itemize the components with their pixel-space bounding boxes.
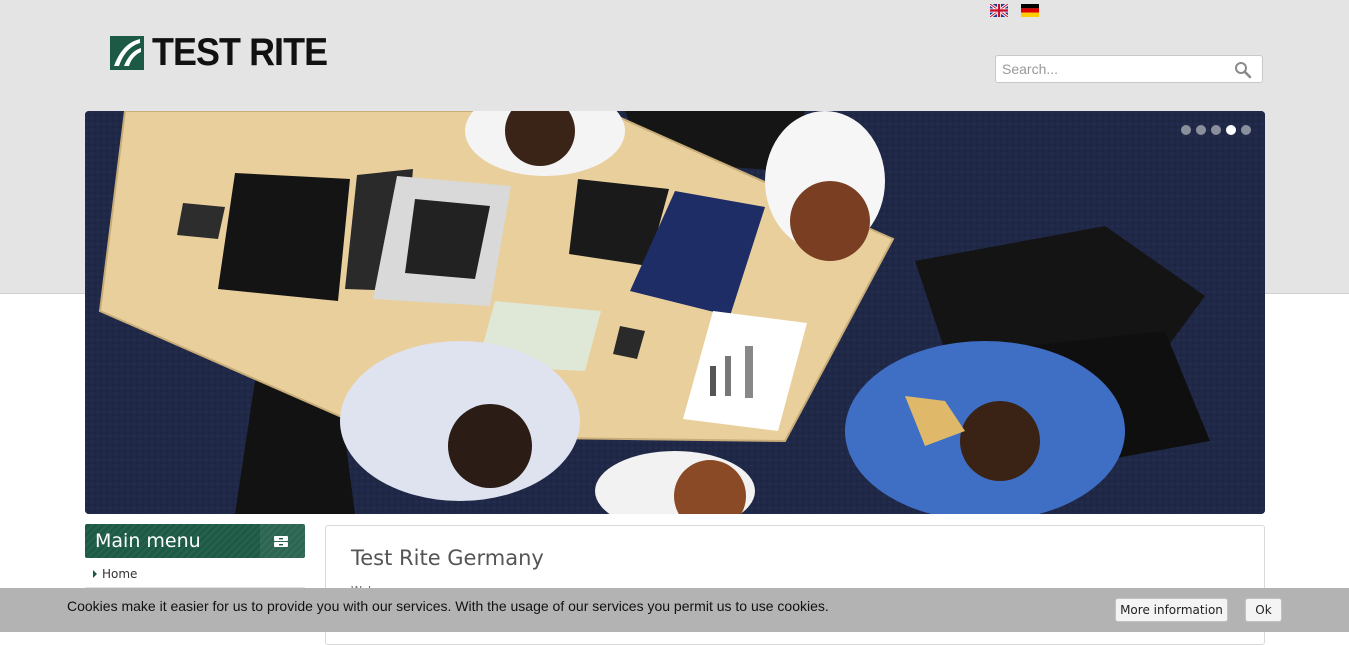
page-title: Test Rite Germany	[351, 546, 544, 570]
menu-item-home[interactable]: Home	[85, 560, 305, 587]
cookie-message: Cookies make it easier for us to provide…	[67, 598, 829, 614]
search-icon[interactable]	[1234, 61, 1252, 79]
search-input[interactable]	[996, 56, 1236, 82]
hero-slider[interactable]	[85, 111, 1265, 514]
slider-dot[interactable]	[1196, 125, 1206, 135]
slider-dot[interactable]	[1241, 125, 1251, 135]
more-information-button[interactable]: More information	[1115, 598, 1228, 622]
hero-image	[85, 111, 1265, 514]
search-box	[995, 55, 1263, 83]
uk-flag-icon[interactable]	[990, 4, 1008, 17]
menu-item-label: Home	[102, 566, 138, 581]
germany-flag-icon[interactable]	[1021, 4, 1039, 17]
bullet-arrow-icon	[93, 569, 97, 578]
slider-dot[interactable]	[1181, 125, 1191, 135]
menu-toggle[interactable]	[260, 524, 305, 558]
slider-pagination	[1181, 125, 1251, 135]
cookie-banner: Cookies make it easier for us to provide…	[0, 588, 1349, 632]
main-menu-list: Home	[85, 560, 305, 588]
language-switcher	[990, 4, 1039, 17]
inbox-stack-icon	[274, 536, 288, 547]
main-menu-header: Main menu	[85, 524, 305, 558]
site-logo[interactable]: TEST RITE	[110, 31, 342, 74]
logo-mark-icon	[110, 36, 144, 70]
main-menu-title: Main menu	[95, 530, 201, 552]
ok-button[interactable]: Ok	[1245, 598, 1282, 622]
slider-dot[interactable]	[1211, 125, 1221, 135]
slider-dot[interactable]	[1226, 125, 1236, 135]
logo-text: TEST RITE	[152, 31, 328, 74]
